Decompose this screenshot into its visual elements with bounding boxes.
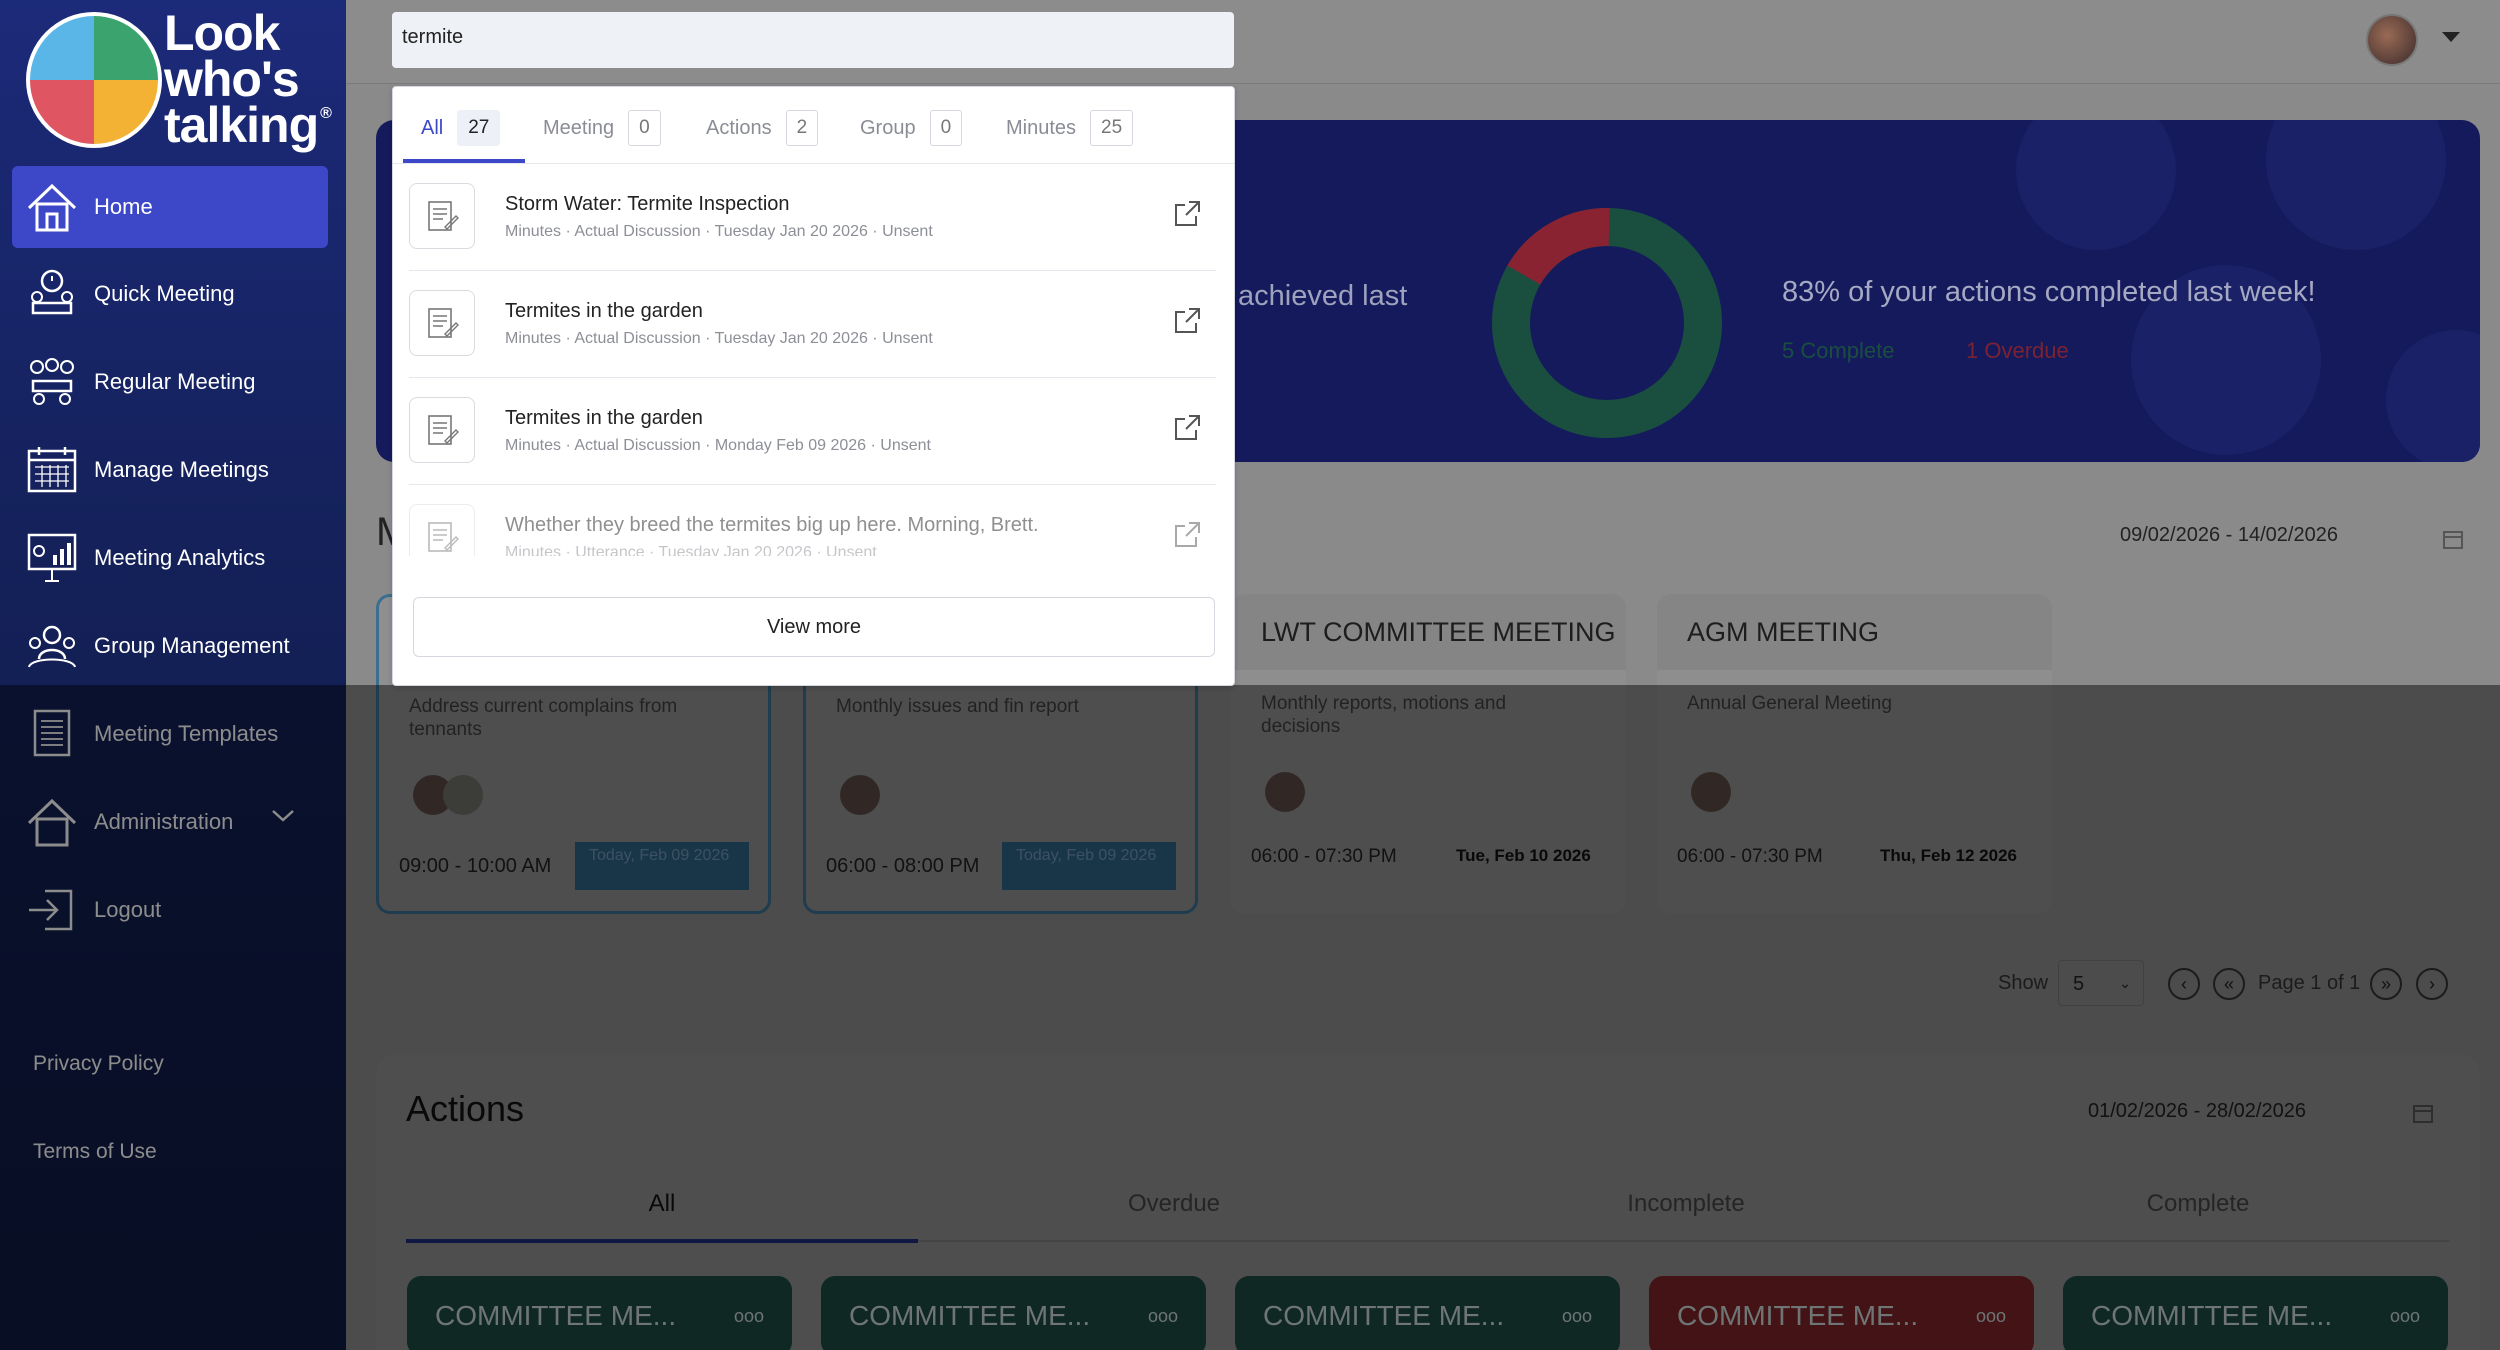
view-more-button[interactable]: View more: [413, 597, 1215, 657]
sidebar-item-label: Meeting Analytics: [94, 545, 266, 570]
result-meta: Minutes · Actual Discussion · Monday Feb…: [505, 437, 931, 454]
regular-meeting-icon: [24, 354, 80, 410]
result-meta: Minutes · Actual Discussion · Tuesday Ja…: [505, 223, 933, 240]
search-input[interactable]: termite: [392, 12, 1234, 68]
tab-meeting[interactable]: Meeting 0: [543, 103, 661, 153]
sidebar-item-quick-meeting[interactable]: Quick Meeting: [12, 253, 328, 335]
result-title: Termites in the garden: [505, 300, 703, 322]
tab-group[interactable]: Group 0: [860, 103, 963, 153]
quick-meeting-icon: [24, 266, 80, 322]
modal-backdrop: [0, 685, 2500, 1350]
tab-label: Minutes: [1006, 116, 1077, 139]
sidebar-item-regular-meeting[interactable]: Regular Meeting: [12, 341, 328, 423]
sidebar-item-label: Group Management: [94, 633, 290, 658]
tab-label: Actions: [706, 116, 772, 139]
open-external-icon[interactable]: [1172, 520, 1202, 555]
group-icon: [24, 618, 80, 674]
app-logo[interactable]: Look who's talking ®: [24, 5, 344, 160]
document-icon: [409, 397, 475, 463]
logo-text: Look who's talking ®: [164, 5, 332, 153]
tab-all[interactable]: All 27: [421, 103, 501, 153]
sidebar-item-meeting-analytics[interactable]: Meeting Analytics: [12, 517, 328, 599]
sidebar-item-group-management[interactable]: Group Management: [12, 605, 328, 687]
search-result-item[interactable]: Termites in the garden Minutes · Actual …: [409, 379, 1216, 485]
search-result-item[interactable]: Whether they breed the termites big up h…: [409, 486, 1216, 556]
tab-count-badge: 27: [457, 110, 501, 146]
user-avatar[interactable]: [2366, 14, 2418, 66]
calendar-icon: [24, 442, 80, 498]
tab-label: Meeting: [543, 116, 615, 139]
sidebar-item-label: Home: [94, 194, 153, 219]
logo-line-1: Look: [164, 5, 280, 61]
tab-count-badge: 0: [929, 110, 963, 146]
meeting-card-title: LWT COMMITTEE MEETING: [1231, 594, 1626, 670]
open-external-icon[interactable]: [1172, 306, 1202, 341]
home-icon: [24, 179, 80, 235]
tabs-divider: [393, 163, 1234, 164]
meetings-date-range[interactable]: 09/02/2026 - 14/02/2026: [2120, 524, 2338, 547]
document-icon: [409, 504, 475, 556]
sidebar-item-manage-meetings[interactable]: Manage Meetings: [12, 429, 328, 511]
logo-line-3: talking: [164, 97, 319, 153]
result-meta: Minutes · Actual Discussion · Tuesday Ja…: [505, 330, 933, 347]
overdue-label: 1 Overdue: [1966, 338, 2069, 363]
tab-count-badge: 2: [785, 110, 819, 146]
registered-mark: ®: [320, 105, 332, 122]
search-result-item[interactable]: Storm Water: Termite Inspection Minutes …: [409, 165, 1216, 271]
logo-pie-icon: [26, 12, 162, 148]
document-icon: [409, 183, 475, 249]
calendar-icon[interactable]: [2442, 528, 2464, 550]
search-result-item[interactable]: Termites in the garden Minutes · Actual …: [409, 272, 1216, 378]
tab-minutes[interactable]: Minutes 25: [1006, 103, 1134, 153]
search-results-dropdown: All 27 Meeting 0 Actions 2 Group 0 Minutes 25…: [392, 86, 1235, 686]
sidebar-item-label: Manage Meetings: [94, 457, 269, 482]
sidebar-item-label: Quick Meeting: [94, 281, 235, 306]
open-external-icon[interactable]: [1172, 199, 1202, 234]
tab-count-badge: 0: [628, 110, 661, 146]
banner-left-text: achieved last: [1238, 280, 1408, 312]
actions-headline: 83% of your actions completed last week!: [1782, 276, 2316, 308]
result-title: Storm Water: Termite Inspection: [505, 193, 790, 215]
tab-label: Group: [860, 116, 916, 139]
analytics-icon: [24, 530, 80, 586]
tab-label: All: [421, 116, 444, 139]
meeting-card-title: AGM MEETING: [1657, 594, 2052, 670]
result-title: Whether they breed the termites big up h…: [505, 514, 1039, 536]
result-meta: Minutes · Utterance · Tuesday Jan 20 202…: [505, 544, 877, 556]
tab-count-badge: 25: [1090, 110, 1134, 146]
actions-donut-chart: [1492, 208, 1722, 438]
sidebar-item-label: Regular Meeting: [94, 369, 256, 394]
tab-actions[interactable]: Actions 2: [706, 103, 819, 153]
sidebar-item-home[interactable]: Home: [12, 166, 328, 248]
chevron-down-icon[interactable]: [2442, 32, 2460, 42]
open-external-icon[interactable]: [1172, 413, 1202, 448]
complete-label: 5 Complete: [1782, 338, 1895, 363]
result-title: Termites in the garden: [505, 407, 703, 429]
document-icon: [409, 290, 475, 356]
logo-line-2: who's: [164, 51, 300, 107]
